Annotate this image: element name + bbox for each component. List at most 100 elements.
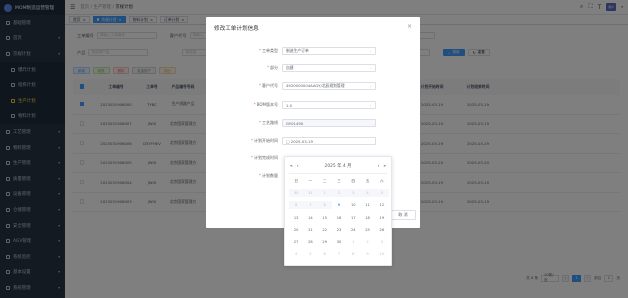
form-row: *BOM版本号 1.0 ⌄	[206, 101, 376, 109]
date-cell: 8	[317, 201, 332, 210]
form-label-text: 工单类型	[262, 48, 278, 53]
date-cell: 6	[289, 201, 304, 210]
date-cell: 30	[289, 189, 304, 198]
date-cell[interactable]: 22	[318, 226, 332, 234]
close-icon[interactable]: ×	[407, 23, 412, 30]
required-mark: *	[259, 48, 261, 53]
required-mark: *	[251, 155, 253, 160]
form-row: *客户代号 4920000004AAGY/北辰规划管理 ⌄	[206, 82, 376, 90]
form-input-value: 1.0	[286, 102, 293, 108]
form-label: *工艺路线	[206, 120, 282, 126]
weekday-label: 一	[308, 179, 313, 183]
date-cell[interactable]: 6	[318, 250, 332, 258]
form-input-value: 制造生产订单	[286, 48, 309, 53]
next-year-button[interactable]: »	[383, 164, 386, 169]
prev-year-button[interactable]: «	[290, 164, 293, 169]
date-cell[interactable]: 8	[346, 250, 360, 258]
required-mark: *	[259, 83, 261, 88]
date-cell[interactable]: 19	[375, 214, 389, 222]
date-cell[interactable]: 11	[360, 201, 374, 209]
form-row: *部分 自建 ⌄	[206, 64, 376, 72]
form-row: *计划开始时间 ▢ 2025-03-19	[206, 137, 376, 145]
weekday-label: 日	[294, 179, 298, 183]
form-label-text: BOM版本号	[256, 102, 278, 107]
form-label: *部分	[206, 65, 282, 71]
chevron-down-icon: ⌄	[369, 103, 372, 107]
date-cell[interactable]: 27	[289, 238, 303, 246]
date-cell: 31	[303, 189, 318, 198]
required-mark: *	[253, 102, 256, 107]
weekday-label: 四	[351, 179, 356, 183]
form-label-text: 计划开始时间	[254, 138, 278, 143]
date-cell: 1	[317, 189, 332, 198]
chevron-down-icon: ⌄	[369, 66, 372, 70]
date-cell: 7	[303, 201, 318, 210]
date-picker-panel: « ‹ 2025 年 4 月 › » 日一二三四五六 30 31 1 2 3 4 5 6 7 8 9 1…	[284, 156, 392, 266]
dialog-title: 修改工单计划信息	[214, 26, 259, 32]
form-input-value: 2025-03-19	[290, 138, 313, 144]
required-mark: *	[251, 138, 253, 143]
date-cell: 5	[374, 189, 389, 198]
date-cell[interactable]: 3	[375, 238, 389, 246]
date-picker-header: « ‹ 2025 年 4 月 › »	[285, 162, 391, 170]
date-cell[interactable]: 25	[360, 226, 374, 234]
form-input-value: 自建	[286, 65, 294, 70]
required-mark: *	[259, 120, 261, 125]
weekday-label: 五	[365, 179, 370, 183]
date-cell[interactable]: 28	[303, 238, 317, 246]
date-cell[interactable]: 21	[303, 226, 317, 234]
form-label-text: 客户代号	[262, 83, 278, 88]
form-input[interactable]: 制造生产订单 ⌄	[282, 47, 376, 55]
date-cell[interactable]: 1	[346, 238, 360, 246]
form-label-text: 工艺路线	[262, 120, 278, 125]
date-picker-divider	[289, 173, 387, 174]
form-label-text: 部分	[270, 65, 278, 70]
date-picker-month-label[interactable]: 2025 年 4 月	[325, 163, 352, 169]
date-cell[interactable]: 9	[332, 201, 346, 209]
form-label: *计划完成时间	[206, 155, 282, 161]
form-input-value: GY01490	[286, 120, 304, 126]
prev-month-button[interactable]: ‹	[297, 164, 299, 169]
date-cell[interactable]: 24	[346, 226, 360, 234]
form-input[interactable]: ▢ 2025-03-19	[282, 137, 376, 145]
date-cell[interactable]: 16	[332, 214, 346, 222]
date-cell[interactable]: 17	[346, 214, 360, 222]
form-input[interactable]: 4920000004AAGY/北辰规划管理 ⌄	[282, 82, 376, 90]
date-cell[interactable]: 4	[289, 250, 303, 258]
form-label-text: 计划完成时间	[254, 155, 278, 160]
cancel-button[interactable]: 取 消	[390, 210, 416, 220]
weekday-label: 三	[337, 179, 341, 183]
date-cell[interactable]: 13	[289, 214, 303, 222]
next-month-button[interactable]: ›	[378, 164, 380, 169]
date-cell[interactable]: 10	[346, 201, 360, 209]
date-cell[interactable]: 7	[332, 250, 346, 258]
form-input-value: 4920000004AAGY/北辰规划管理	[286, 83, 345, 88]
form-input[interactable]: 1.0 ⌄	[282, 101, 376, 109]
date-cell[interactable]: 20	[289, 226, 303, 234]
date-cell[interactable]: 15	[318, 214, 332, 222]
date-cell[interactable]: 23	[332, 226, 346, 234]
required-mark: *	[259, 173, 261, 178]
required-mark: *	[267, 65, 269, 70]
date-cell[interactable]: 5	[303, 250, 317, 258]
form-input[interactable]: GY01490	[282, 119, 376, 127]
form-label: *客户代号	[206, 83, 282, 89]
form-label: *BOM版本号	[206, 102, 282, 108]
form-row: *计划数量	[206, 173, 282, 179]
date-cell[interactable]: 26	[375, 226, 389, 234]
date-cell[interactable]: 2	[360, 238, 374, 246]
date-cell[interactable]: 9	[360, 250, 374, 258]
date-cell[interactable]: 10	[375, 250, 389, 258]
date-cell[interactable]: 18	[360, 214, 374, 222]
date-cell[interactable]: 14	[303, 214, 317, 222]
chevron-down-icon: ⌄	[369, 84, 372, 88]
form-label: *工单类型	[206, 48, 282, 54]
date-cell: 4	[360, 189, 375, 198]
date-cell[interactable]: 30	[332, 238, 346, 246]
form-label: *计划开始时间	[206, 138, 282, 144]
date-cell[interactable]: 29	[318, 238, 332, 246]
date-value-wrap: ▢ 2025-03-19	[286, 139, 313, 144]
form-input[interactable]: 自建 ⌄	[282, 64, 376, 72]
date-cell[interactable]: 12	[375, 201, 389, 209]
form-row: *工单类型 制造生产订单 ⌄	[206, 47, 376, 55]
